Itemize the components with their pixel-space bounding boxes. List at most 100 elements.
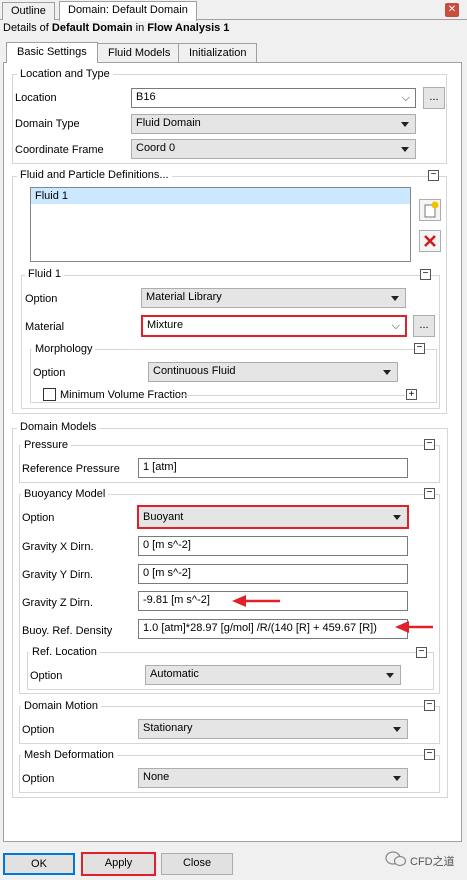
collapse-icon[interactable]: − bbox=[428, 170, 439, 181]
arrow-annotation-icon bbox=[232, 595, 280, 607]
dropdown-arrow-icon bbox=[393, 727, 401, 732]
gravity-x-input[interactable]: 0 [m s^-2] bbox=[138, 536, 408, 556]
buoy-ref-density-input[interactable]: 1.0 [atm]*28.97 [g/mol] /R/(140 [R] + 45… bbox=[138, 619, 408, 639]
dropdown-arrow-icon bbox=[391, 296, 399, 301]
expand-icon[interactable]: + bbox=[406, 389, 417, 400]
collapse-icon[interactable]: − bbox=[414, 343, 425, 354]
divider bbox=[180, 395, 405, 396]
wechat-logo-icon bbox=[385, 851, 407, 867]
chevron-down-icon: ⌵ bbox=[391, 320, 400, 332]
domain-type-label: Domain Type bbox=[15, 118, 80, 130]
ref-pressure-input[interactable]: 1 [atm] bbox=[138, 458, 408, 478]
delete-item-button[interactable] bbox=[419, 230, 441, 252]
tab-domain-label: Domain: Default Domain bbox=[68, 4, 188, 16]
delete-icon bbox=[424, 235, 436, 247]
dropdown-arrow-icon bbox=[401, 122, 409, 127]
material-value: Mixture bbox=[147, 319, 184, 331]
ref-location-select[interactable]: Automatic bbox=[145, 665, 401, 685]
ref-location-option-label: Option bbox=[30, 670, 63, 682]
material-select[interactable]: Mixture ⌵ bbox=[141, 315, 407, 337]
min-volume-label: Minimum Volume Fraction bbox=[60, 389, 188, 401]
collapse-icon[interactable]: − bbox=[416, 647, 427, 658]
ref-pressure-label: Reference Pressure bbox=[22, 463, 120, 475]
tab-initialization[interactable]: Initialization bbox=[178, 43, 258, 62]
tab-domain[interactable]: Domain: Default Domain bbox=[59, 1, 197, 21]
buoyancy-option-value: Buoyant bbox=[143, 511, 184, 523]
dropdown-arrow-icon bbox=[393, 776, 401, 781]
domain-type-value: Fluid Domain bbox=[136, 117, 201, 129]
chevron-down-icon: ⌵ bbox=[401, 92, 410, 104]
fluid-option-value: Material Library bbox=[146, 291, 222, 303]
close-button[interactable]: Close bbox=[161, 853, 233, 875]
details-analysis: Flow Analysis 1 bbox=[147, 22, 230, 34]
morphology-option-label: Option bbox=[33, 367, 66, 379]
ref-location-value: Automatic bbox=[150, 668, 199, 680]
pressure-title: Pressure bbox=[21, 439, 72, 451]
min-volume-checkbox[interactable] bbox=[43, 388, 56, 401]
location-type-title: Location and Type bbox=[17, 68, 113, 80]
motion-option-value: Stationary bbox=[143, 722, 193, 734]
gravity-x-label: Gravity X Dirn. bbox=[22, 541, 94, 553]
details-header: Details of Default Domain in Flow Analys… bbox=[3, 22, 229, 34]
morphology-title: Morphology bbox=[32, 343, 96, 355]
new-document-icon bbox=[424, 201, 439, 218]
gravity-z-label: Gravity Z Dirn. bbox=[22, 597, 93, 609]
mesh-option-select[interactable]: None bbox=[138, 768, 408, 788]
buoyancy-option-label: Option bbox=[22, 512, 55, 524]
fluid1-title: Fluid 1 bbox=[25, 268, 65, 280]
fluid-defs-title: Fluid and Particle Definitions... bbox=[17, 169, 172, 181]
buoy-ref-density-label: Buoy. Ref. Density bbox=[22, 625, 113, 637]
location-select[interactable]: B16 ⌵ bbox=[131, 88, 416, 108]
tab-fluid-models[interactable]: Fluid Models bbox=[97, 43, 182, 62]
collapse-icon[interactable]: − bbox=[424, 488, 435, 499]
morphology-option-select[interactable]: Continuous Fluid bbox=[148, 362, 398, 382]
apply-button[interactable]: Apply bbox=[81, 852, 156, 876]
location-value: B16 bbox=[136, 91, 156, 103]
motion-option-label: Option bbox=[22, 724, 55, 736]
dropdown-arrow-icon bbox=[386, 673, 394, 678]
watermark-text: CFD之道 bbox=[410, 856, 455, 868]
domain-motion-title: Domain Motion bbox=[21, 700, 101, 712]
domain-type-select[interactable]: Fluid Domain bbox=[131, 114, 416, 134]
coord-frame-value: Coord 0 bbox=[136, 142, 176, 154]
tab-initialization-label: Initialization bbox=[189, 47, 247, 59]
dropdown-arrow-icon bbox=[401, 147, 409, 152]
fluid-option-label: Option bbox=[25, 293, 58, 305]
details-middle: in bbox=[132, 22, 148, 34]
morphology-option-value: Continuous Fluid bbox=[153, 365, 236, 377]
dropdown-arrow-icon bbox=[383, 370, 391, 375]
gravity-y-input[interactable]: 0 [m s^-2] bbox=[138, 564, 408, 584]
ref-location-title: Ref. Location bbox=[29, 646, 100, 658]
material-label: Material bbox=[25, 321, 65, 333]
coord-frame-label: Coordinate Frame bbox=[15, 144, 104, 156]
tab-basic-settings[interactable]: Basic Settings bbox=[6, 42, 98, 63]
new-item-button[interactable] bbox=[419, 199, 441, 221]
coord-frame-select[interactable]: Coord 0 bbox=[131, 139, 416, 159]
collapse-icon[interactable]: − bbox=[424, 439, 435, 450]
mesh-option-label: Option bbox=[22, 773, 55, 785]
location-browse-button[interactable]: ... bbox=[423, 87, 445, 109]
close-icon[interactable]: ✕ bbox=[445, 3, 459, 17]
domain-models-title: Domain Models bbox=[17, 421, 100, 433]
details-object: Default Domain bbox=[51, 22, 133, 34]
mesh-deformation-title: Mesh Deformation bbox=[21, 749, 117, 761]
fluid-option-select[interactable]: Material Library bbox=[141, 288, 406, 308]
collapse-icon[interactable]: − bbox=[424, 749, 435, 760]
ok-button[interactable]: OK bbox=[3, 853, 75, 875]
arrow-annotation-icon bbox=[395, 621, 433, 633]
tab-outline-label: Outline bbox=[11, 5, 46, 17]
details-prefix: Details of bbox=[3, 22, 52, 34]
collapse-icon[interactable]: − bbox=[420, 269, 431, 280]
motion-option-select[interactable]: Stationary bbox=[138, 719, 408, 739]
buoyancy-title: Buoyancy Model bbox=[21, 488, 109, 500]
mesh-option-value: None bbox=[143, 771, 170, 783]
material-browse-button[interactable]: ... bbox=[413, 315, 435, 337]
location-label: Location bbox=[15, 92, 57, 104]
gravity-y-label: Gravity Y Dirn. bbox=[22, 569, 94, 581]
tab-outline[interactable]: Outline bbox=[2, 2, 55, 20]
collapse-icon[interactable]: − bbox=[424, 700, 435, 711]
list-item[interactable]: Fluid 1 bbox=[31, 188, 410, 204]
buoyancy-option-select[interactable]: Buoyant bbox=[137, 505, 409, 529]
tab-basic-settings-label: Basic Settings bbox=[17, 46, 87, 58]
dropdown-arrow-icon bbox=[393, 515, 401, 520]
